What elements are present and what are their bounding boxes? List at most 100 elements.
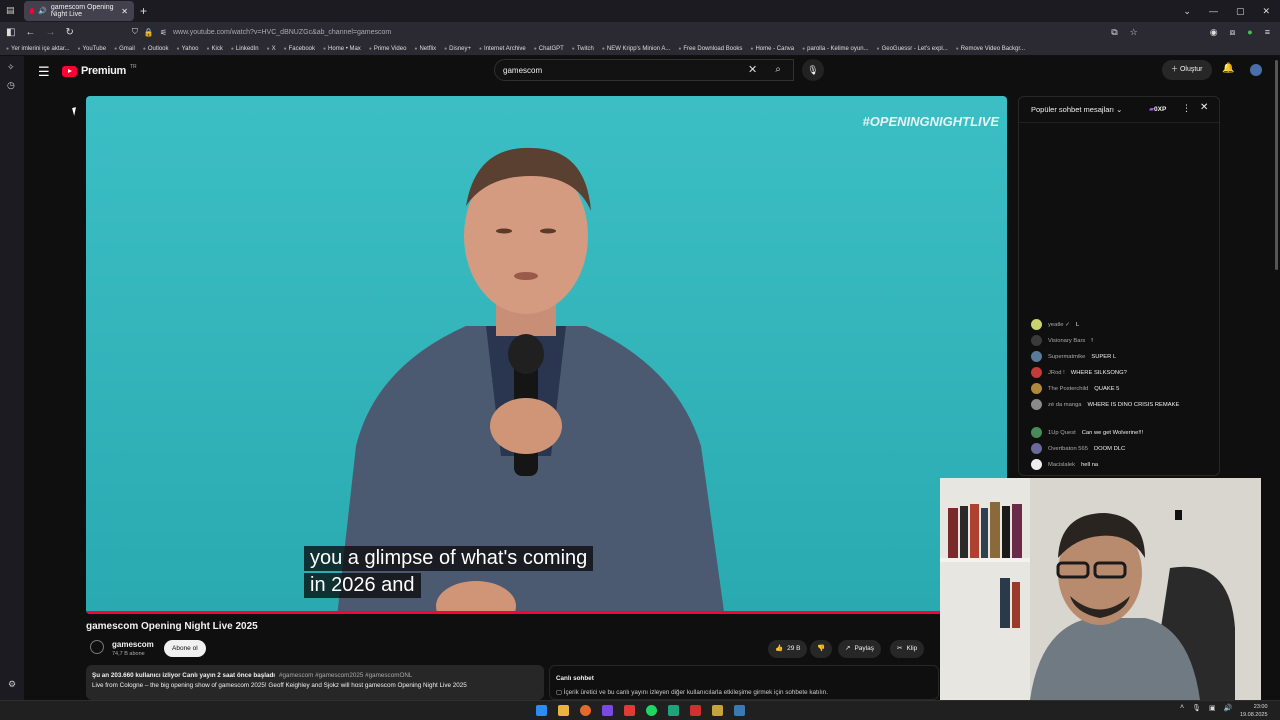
- bookmark-item[interactable]: Yahoo: [177, 46, 199, 52]
- app-record-icon[interactable]: [690, 705, 701, 716]
- lock-icon[interactable]: 🔒: [144, 28, 154, 37]
- bookmark-item[interactable]: Internet Archive: [479, 46, 526, 52]
- network-icon[interactable]: ▣: [1209, 704, 1216, 712]
- bookmark-item[interactable]: Gmail: [114, 46, 135, 52]
- back-icon[interactable]: ←: [25, 27, 35, 38]
- steam-icon[interactable]: [734, 705, 745, 716]
- chat-message[interactable]: 1Up Quest Can we get Wolverine!!!: [1031, 427, 1216, 438]
- bookmark-item[interactable]: GeoGuessr - Let's expl...: [877, 46, 948, 52]
- spotify-icon[interactable]: [646, 705, 657, 716]
- forward-icon[interactable]: →: [45, 27, 55, 38]
- reload-icon[interactable]: ↻: [65, 27, 73, 38]
- screenshot-icon[interactable]: ⧉: [1111, 27, 1117, 38]
- notifications-bell-icon[interactable]: 🔔: [1222, 63, 1234, 74]
- taskbar-clock[interactable]: 23:00 19.08.2025: [1240, 703, 1268, 719]
- account-icon[interactable]: ◉: [1210, 27, 1218, 38]
- history-icon[interactable]: ◷: [7, 80, 15, 91]
- clear-search-icon[interactable]: ✕: [748, 63, 757, 76]
- bookmark-item[interactable]: Yer imlerini içe aktar...: [6, 46, 69, 52]
- browser-tab[interactable]: 🔊 gamescom Opening Night Live ✕: [24, 1, 134, 21]
- menu-hamburger-icon[interactable]: ☰: [38, 64, 50, 80]
- youtube-logo[interactable]: Premium TR: [62, 64, 137, 77]
- bookmark-item[interactable]: Kick: [206, 46, 223, 52]
- like-button[interactable]: 👍 29 B: [768, 640, 808, 658]
- bookmark-item[interactable]: Prime Video: [369, 46, 407, 52]
- mic-tray-icon[interactable]: 🎙: [1192, 704, 1201, 712]
- windows-start-icon[interactable]: [536, 705, 547, 716]
- bookmark-star-icon[interactable]: ☆: [1130, 27, 1138, 38]
- bookmark-item[interactable]: Remove Video Backgr...: [956, 46, 1025, 52]
- chat-author: The Posterchild: [1048, 385, 1089, 392]
- chat-message[interactable]: Macislalek hell na: [1031, 459, 1216, 470]
- chat-message[interactable]: The Posterchild QUAKE 5: [1031, 383, 1216, 394]
- chat-message[interactable]: Overtbaton 565 DOOM DLC: [1031, 443, 1216, 454]
- dislike-button[interactable]: 👎: [810, 640, 833, 658]
- chat-author: yeatle ✓: [1048, 321, 1070, 328]
- chat-message[interactable]: zé da manga WHERE IS DINO CRISIS REMAKE: [1031, 399, 1216, 410]
- bookmark-item[interactable]: NEW Kripp's Minion A...: [602, 46, 671, 52]
- page-scrollbar[interactable]: [1275, 60, 1278, 270]
- video-player[interactable]: #OPENINGNIGHTLIVE you a glimpse of what'…: [86, 96, 1007, 614]
- minimize-icon[interactable]: —: [1209, 6, 1218, 17]
- new-tab-icon[interactable]: +: [140, 4, 147, 18]
- bookmark-item[interactable]: Twitch: [572, 46, 594, 52]
- chat-author: JRod !: [1048, 369, 1065, 376]
- close-window-icon[interactable]: ✕: [1262, 6, 1270, 17]
- tab-close-icon[interactable]: ✕: [121, 7, 128, 16]
- app-yellow-icon[interactable]: [712, 705, 723, 716]
- url-field[interactable]: www.youtube.com/watch?v=HVC_dBNUZGc&ab_c…: [173, 29, 391, 36]
- extensions-icon[interactable]: ⧈: [1230, 27, 1236, 38]
- shield-icon[interactable]: ⛉: [132, 27, 138, 37]
- share-button[interactable]: ↗ Paylaş: [838, 640, 881, 658]
- chat-message[interactable]: JRod ! WHERE SILKSONG?: [1031, 367, 1216, 378]
- chat-message[interactable]: yeatle ✓ L: [1031, 319, 1216, 330]
- chat-author: Macislalek: [1048, 461, 1076, 468]
- description-box[interactable]: Şu an 203.660 kullanıcı izliyor Canlı ya…: [86, 665, 544, 700]
- channel-name[interactable]: gamescom: [112, 640, 154, 649]
- bookmark-item[interactable]: Disney+: [444, 46, 471, 52]
- tab-list-chevron-icon[interactable]: ⌄: [1183, 6, 1191, 17]
- extension-green-icon[interactable]: ●: [1247, 27, 1252, 38]
- search-icon[interactable]: ⌕: [764, 59, 792, 81]
- file-explorer-icon[interactable]: [558, 705, 569, 716]
- bookmark-item[interactable]: Home • Max: [323, 46, 361, 52]
- chat-mode-dropdown[interactable]: Popüler sohbet mesajları ⌄: [1031, 105, 1122, 114]
- live-chat-box: Canlı sohbet ▢ İçerik üretici ve bu canl…: [549, 665, 939, 700]
- bookmark-item[interactable]: Facebook: [284, 46, 315, 52]
- close-chat-icon[interactable]: ✕: [1200, 102, 1208, 113]
- ai-chat-icon[interactable]: ✧: [7, 62, 15, 73]
- volume-icon[interactable]: 🔊: [1224, 704, 1233, 712]
- microphone-icon[interactable]: 🎙: [802, 59, 824, 81]
- bookmark-item[interactable]: X: [267, 46, 276, 52]
- bookmark-item[interactable]: ChatGPT: [534, 46, 564, 52]
- bookmark-item[interactable]: Outlook: [143, 46, 169, 52]
- bookmark-item[interactable]: parolla - Kelime oyun...: [802, 46, 868, 52]
- subscribe-button[interactable]: Abone ol: [164, 640, 206, 657]
- menu-icon[interactable]: ≡: [1265, 27, 1270, 38]
- hashtags[interactable]: #gamescom #gamescom2025 #gamescomONL: [279, 672, 412, 679]
- bookmark-item[interactable]: LinkedIn: [231, 46, 259, 52]
- xp-badge[interactable]: ▰0XP: [1149, 105, 1166, 113]
- avatar[interactable]: [1250, 64, 1262, 76]
- discord-icon[interactable]: [602, 705, 613, 716]
- more-options-icon[interactable]: ⋮: [1182, 103, 1191, 114]
- sidebar-toggle-icon[interactable]: ▤: [6, 5, 15, 16]
- chat-message[interactable]: Visionary Bars!: [1031, 335, 1216, 346]
- clip-button[interactable]: ✂ Klip: [890, 640, 925, 658]
- sidebar-icon[interactable]: ◧: [6, 27, 15, 38]
- create-button[interactable]: ＋ Oluştur: [1162, 60, 1212, 80]
- bookmark-item[interactable]: Home - Canva: [750, 46, 794, 52]
- bookmark-item[interactable]: Netflix: [414, 46, 436, 52]
- chat-message[interactable]: Supermatmike SUPER L: [1031, 351, 1216, 362]
- sidebar-settings-gear-icon[interactable]: ⚙: [8, 679, 16, 690]
- tray-chevron-icon[interactable]: ˄: [1180, 704, 1184, 712]
- bookmark-item[interactable]: Free Download Books: [678, 46, 742, 52]
- app-green-icon[interactable]: [668, 705, 679, 716]
- permissions-icon[interactable]: ⚟: [160, 28, 167, 37]
- video-progress-bar[interactable]: [86, 611, 1007, 614]
- firefox-icon[interactable]: [580, 705, 591, 716]
- channel-avatar[interactable]: [90, 640, 104, 654]
- maximize-icon[interactable]: ▢: [1236, 6, 1245, 17]
- app-red-icon[interactable]: [624, 705, 635, 716]
- bookmark-item[interactable]: YouTube: [78, 46, 107, 52]
